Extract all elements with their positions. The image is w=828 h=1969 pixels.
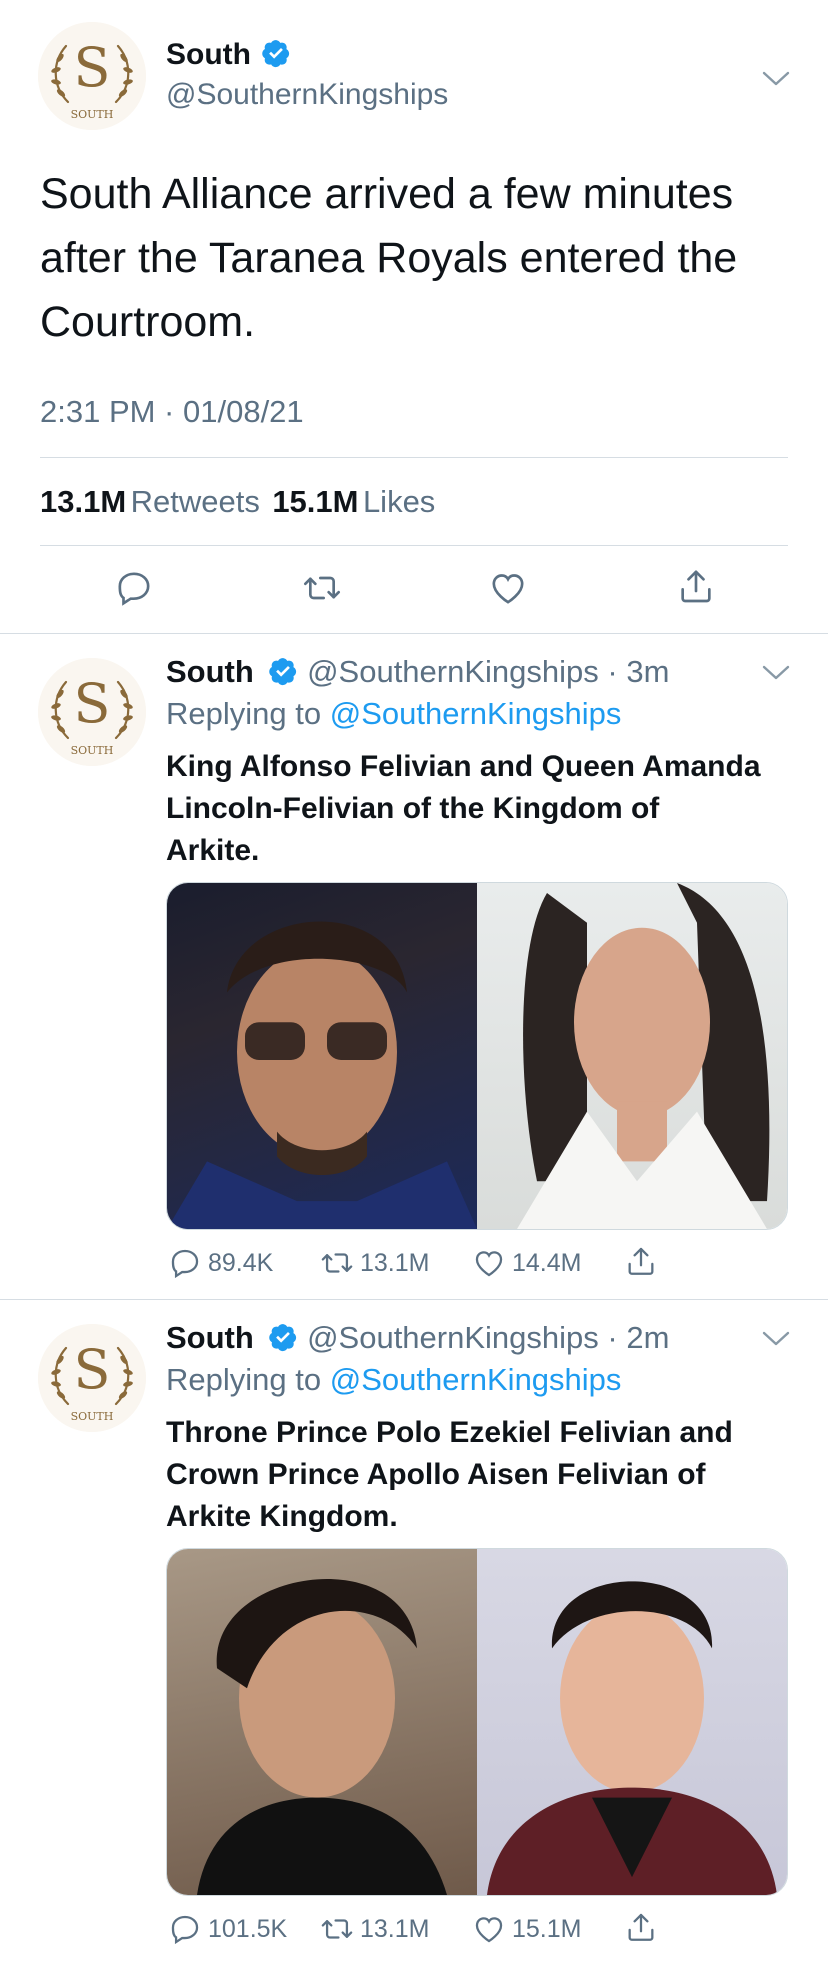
retweet-count: 13.1M xyxy=(360,1248,430,1277)
reply-time[interactable]: · 2m xyxy=(607,1320,669,1355)
replying-to-line: Replying to @SouthernKingships xyxy=(166,696,621,732)
retweet-icon xyxy=(320,1246,354,1280)
media-photo[interactable] xyxy=(167,883,477,1229)
replying-mention-link[interactable]: @SouthernKingships xyxy=(330,1362,622,1397)
avatar[interactable]: S SOUTH xyxy=(38,658,146,766)
replying-prefix: Replying to xyxy=(166,696,322,731)
avatar-caption: SOUTH xyxy=(70,744,114,757)
media-photo[interactable] xyxy=(477,883,787,1229)
reply-icon xyxy=(168,1246,202,1280)
reply-action[interactable]: 89.4K xyxy=(168,1246,273,1280)
reply-count: 101.5K xyxy=(208,1914,288,1943)
share-action[interactable] xyxy=(624,1244,664,1278)
photo-placeholder xyxy=(517,883,770,1229)
media-photo[interactable] xyxy=(167,1549,477,1895)
like-icon[interactable] xyxy=(488,568,528,608)
photo-placeholder xyxy=(167,921,477,1229)
likes-stat[interactable]: 15.1M Likes xyxy=(272,484,435,519)
reply-icon[interactable] xyxy=(114,568,154,608)
author-name[interactable]: South xyxy=(166,1320,254,1355)
tweet-timestamp[interactable]: 2:31 PM · 01/08/21 xyxy=(40,394,304,430)
divider xyxy=(0,1299,828,1300)
like-icon xyxy=(472,1246,506,1280)
avatar[interactable]: S SOUTH xyxy=(38,1324,146,1432)
photo-placeholder xyxy=(487,1581,777,1895)
reply-icon xyxy=(168,1912,202,1946)
replying-mention-link[interactable]: @SouthernKingships xyxy=(330,696,622,731)
reply-text-line: King Alfonso Felivian and Queen Amanda xyxy=(166,750,761,783)
retweet-icon xyxy=(320,1912,354,1946)
tweet-text-line: after the Taranea Royals entered the xyxy=(40,234,738,282)
share-action[interactable] xyxy=(624,1910,664,1944)
tweet-text-line: South Alliance arrived a few minutes xyxy=(40,170,734,218)
retweets-label: Retweets xyxy=(130,484,260,519)
reply-action[interactable]: 101.5K xyxy=(168,1912,287,1946)
like-icon xyxy=(472,1912,506,1946)
author-line: South xyxy=(166,38,291,72)
media-photo[interactable] xyxy=(477,1549,787,1895)
likes-count: 15.1M xyxy=(272,484,359,519)
chevron-down-icon[interactable] xyxy=(762,664,790,682)
reply-text-line: Arkite. xyxy=(166,834,260,867)
divider xyxy=(0,633,828,634)
retweet-action[interactable]: 13.1M xyxy=(320,1912,429,1946)
avatar-caption: SOUTH xyxy=(70,108,114,121)
divider xyxy=(40,545,788,546)
reply-media[interactable] xyxy=(166,1548,788,1896)
author-handle[interactable]: @SouthernKingships xyxy=(166,78,448,112)
reply-text-line: Arkite Kingdom. xyxy=(166,1500,398,1533)
share-icon[interactable] xyxy=(676,566,716,606)
verified-badge-icon xyxy=(261,38,291,68)
replying-prefix: Replying to xyxy=(166,1362,322,1397)
avatar-letter: S xyxy=(73,36,111,99)
retweet-icon[interactable] xyxy=(302,568,342,608)
retweets-stat[interactable]: 13.1M Retweets xyxy=(40,484,264,519)
like-count: 15.1M xyxy=(512,1914,582,1943)
verified-badge-icon xyxy=(268,656,298,686)
retweet-count: 13.1M xyxy=(360,1914,430,1943)
avatar-letter: S xyxy=(73,672,111,735)
reply-text-line: Crown Prince Apollo Aisen Felivian of xyxy=(166,1458,706,1491)
reply-time[interactable]: · 3m xyxy=(607,654,669,689)
reply-author-line: South @SouthernKingships · 2m xyxy=(166,1320,669,1356)
reply-text: King Alfonso Felivian and Queen Amanda L… xyxy=(166,746,806,872)
tweet-text-line: Courtroom. xyxy=(40,298,256,346)
avatar-letter: S xyxy=(73,1338,111,1401)
tweet-text: South Alliance arrived a few minutes aft… xyxy=(40,162,800,354)
author-handle[interactable]: @SouthernKingships xyxy=(307,1320,599,1355)
reply-text: Throne Prince Polo Ezekiel Felivian and … xyxy=(166,1412,806,1538)
likes-label: Likes xyxy=(362,484,436,519)
author-name[interactable]: South xyxy=(166,654,254,689)
reply-author-line: South @SouthernKingships · 3m xyxy=(166,654,669,690)
chevron-down-icon[interactable] xyxy=(762,1330,790,1348)
retweet-action[interactable]: 13.1M xyxy=(320,1246,429,1280)
engagement-stats: 13.1M Retweets 15.1M Likes xyxy=(40,484,435,520)
retweets-count: 13.1M xyxy=(40,484,127,519)
like-count: 14.4M xyxy=(512,1248,582,1277)
replying-to-line: Replying to @SouthernKingships xyxy=(166,1362,621,1398)
verified-badge-icon xyxy=(268,1322,298,1352)
avatar-caption: SOUTH xyxy=(70,1410,114,1423)
reply-count: 89.4K xyxy=(208,1248,274,1277)
reply-media[interactable] xyxy=(166,882,788,1230)
author-handle[interactable]: @SouthernKingships xyxy=(307,654,599,689)
avatar[interactable]: S SOUTH xyxy=(38,22,146,130)
reply-text-line: Throne Prince Polo Ezekiel Felivian and xyxy=(166,1416,733,1449)
like-action[interactable]: 14.4M xyxy=(472,1246,581,1280)
share-icon xyxy=(624,1244,658,1278)
reply-text-line: Lincoln-Felivian of the Kingdom of xyxy=(166,792,660,825)
divider xyxy=(40,457,788,458)
like-action[interactable]: 15.1M xyxy=(472,1912,581,1946)
chevron-down-icon[interactable] xyxy=(762,70,790,88)
photo-placeholder xyxy=(197,1578,447,1895)
author-name[interactable]: South xyxy=(166,38,251,71)
share-icon xyxy=(624,1910,658,1944)
